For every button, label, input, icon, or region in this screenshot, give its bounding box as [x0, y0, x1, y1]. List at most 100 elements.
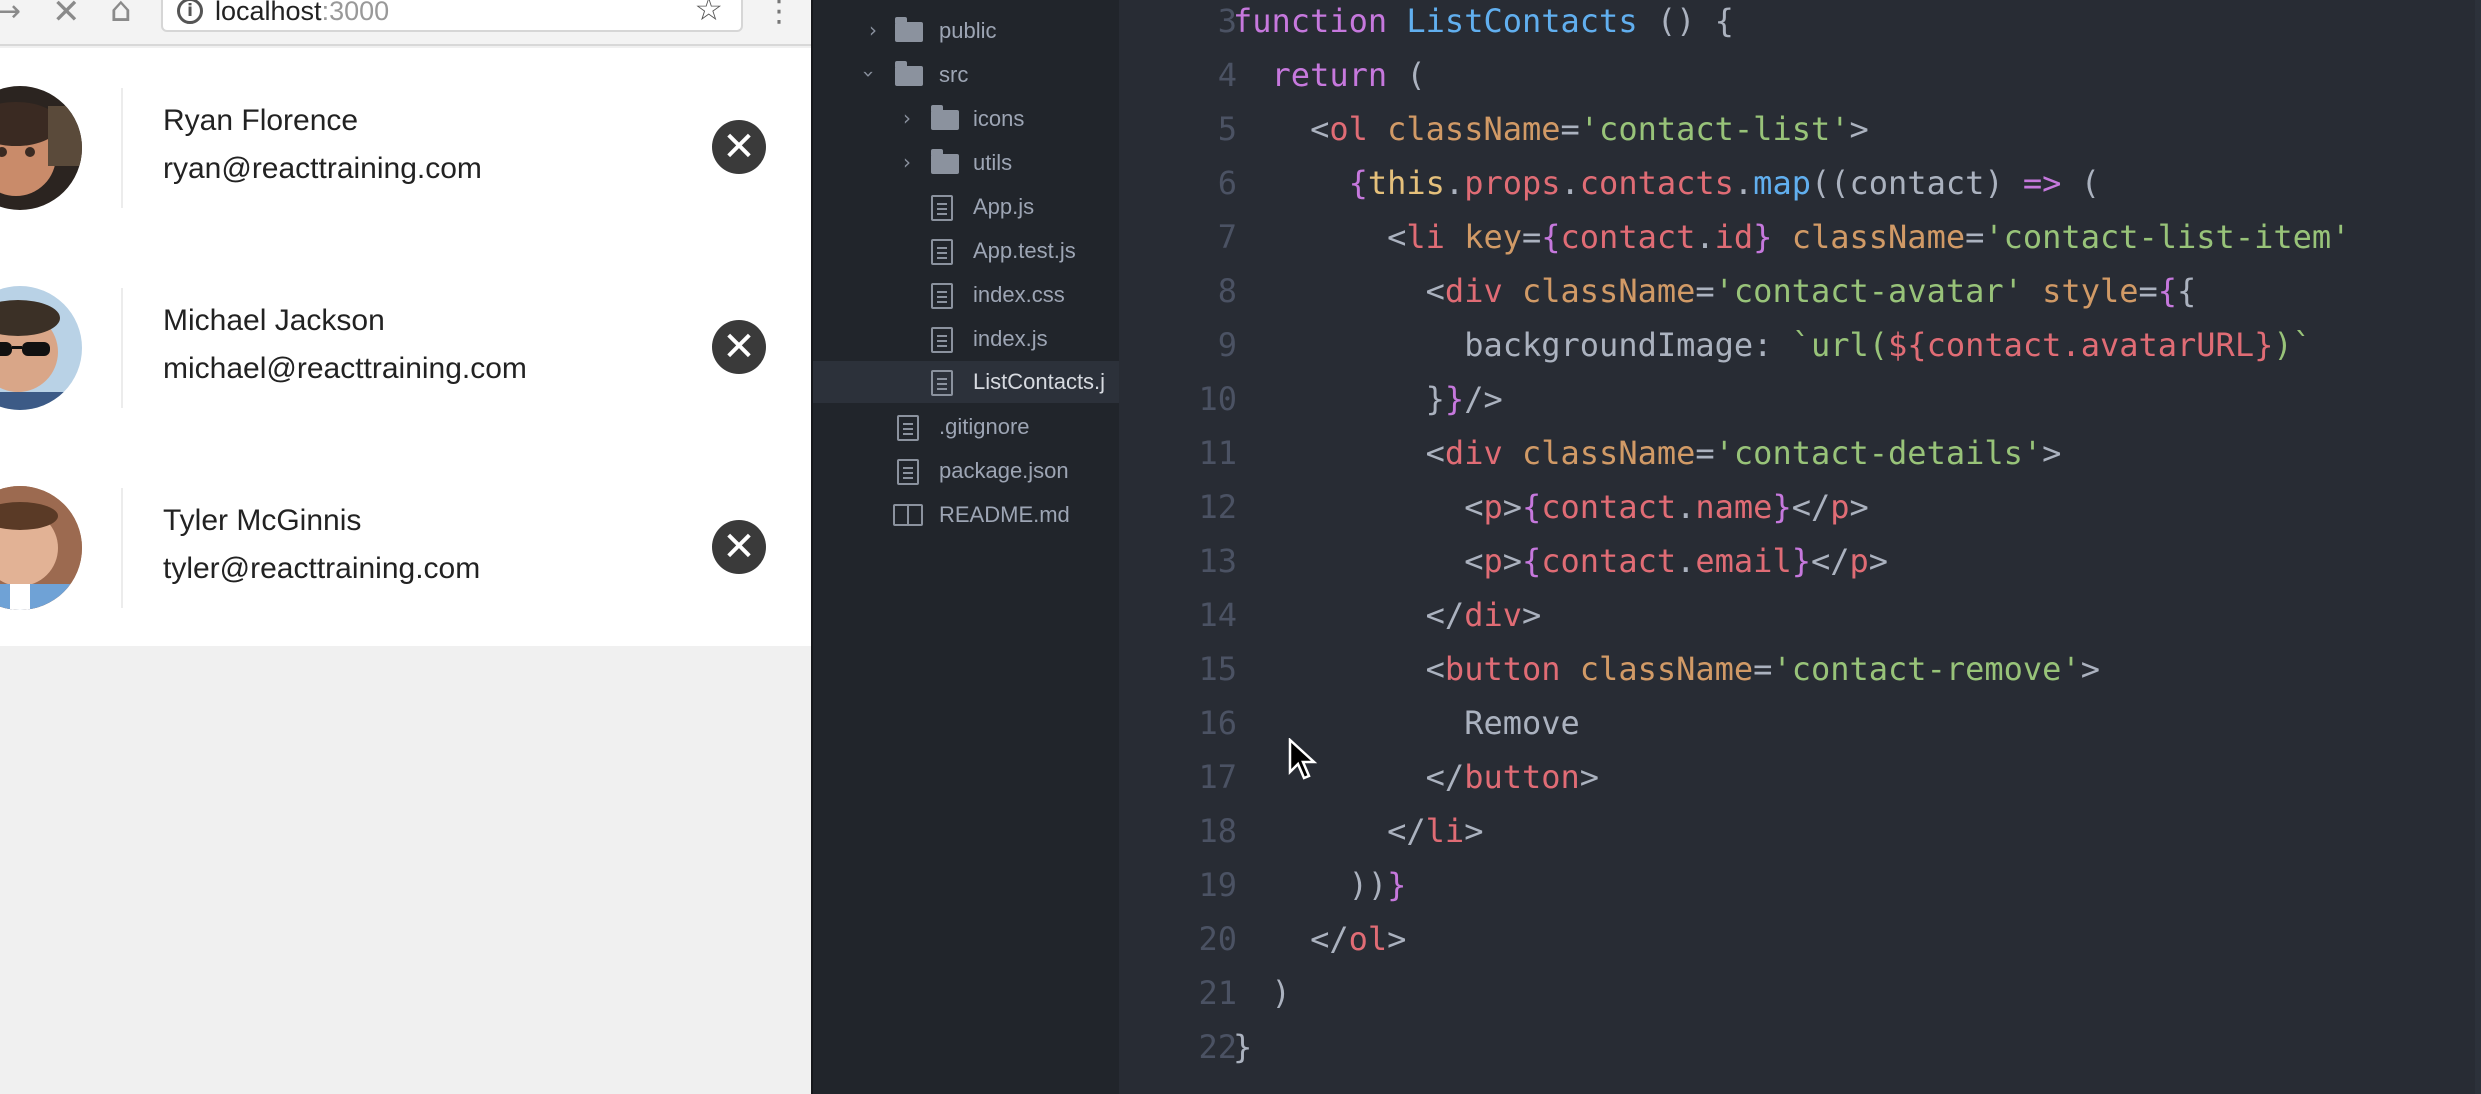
mouse-cursor-icon	[1288, 738, 1318, 780]
code-token: }	[1233, 380, 1445, 418]
code-token: )	[1233, 974, 1291, 1012]
code-token: <	[1233, 434, 1445, 472]
tree-item-label: utils	[973, 150, 1013, 175]
code-token: div	[1444, 434, 1522, 472]
stop-icon[interactable]: ✕	[52, 0, 81, 32]
address-bar[interactable]: i localhost:3000 ☆	[161, 0, 743, 32]
code-token: button	[1444, 650, 1580, 688]
code-token: >	[1387, 920, 1407, 958]
code-line: <p>{contact.email}</p>	[1233, 534, 1888, 588]
code-line: </ol>	[1233, 912, 1406, 966]
code-token: >	[1579, 758, 1600, 796]
code-token: >	[1849, 110, 1869, 148]
contact-remove-button[interactable]: ✕	[712, 320, 766, 374]
code-token: ))	[1233, 866, 1388, 904]
tree-item-gitignore[interactable]: .gitignore	[813, 406, 1119, 446]
code-token: =	[1695, 434, 1715, 472]
code-token: div	[1464, 596, 1522, 634]
contact-list-item: Michael Jackson michael@reacttraining.co…	[0, 248, 811, 448]
code-token: p	[1483, 488, 1503, 526]
code-token: map	[1753, 164, 1811, 202]
code-line: )	[1233, 966, 1291, 1020]
code-token: <	[1233, 650, 1445, 688]
tree-item-icons[interactable]: › icons	[813, 98, 1119, 138]
code-token: (	[1406, 56, 1426, 94]
tree-item-label: .gitignore	[939, 414, 1030, 439]
code-token: </	[1233, 596, 1465, 634]
forward-icon[interactable]: →	[0, 0, 21, 29]
code-line: }	[1233, 1020, 1252, 1074]
code-token: key	[1464, 218, 1522, 256]
tree-item-index-js[interactable]: index.js	[813, 318, 1119, 358]
star-icon[interactable]: ☆	[694, 0, 723, 28]
code-line: <div className='contact-details'>	[1233, 426, 2062, 480]
code-token: contact	[1560, 218, 1696, 256]
tree-item-label: App.test.js	[973, 238, 1076, 263]
contact-remove-button[interactable]: ✕	[712, 120, 766, 174]
contact-avatar	[0, 286, 82, 410]
code-token: <	[1233, 110, 1330, 148]
code-area[interactable]: function ListContacts () { return ( <ol …	[1119, 0, 2481, 1094]
code-token: .	[1695, 218, 1715, 256]
code-token: button	[1464, 758, 1580, 796]
home-icon[interactable]: ⌂	[110, 0, 132, 30]
chevron-down-icon: ›	[857, 70, 881, 78]
code-line: backgroundImage: `url(${contact.avatarUR…	[1233, 318, 2312, 372]
code-token: =	[1753, 650, 1773, 688]
tree-item-utils[interactable]: › utils	[813, 142, 1119, 182]
code-token: <	[1233, 542, 1484, 580]
code-token: p	[1830, 488, 1850, 526]
contact-name: Tyler McGinnis	[163, 504, 362, 537]
close-icon: ✕	[722, 324, 756, 370]
code-token: `url(	[1791, 326, 1889, 364]
code-token: </	[1810, 542, 1850, 580]
code-token: (	[2080, 164, 2100, 202]
file-icon	[897, 459, 919, 485]
chevron-right-icon: ›	[869, 18, 877, 42]
contact-remove-button[interactable]: ✕	[712, 520, 766, 574]
code-token: />	[1464, 380, 1503, 418]
folder-icon	[931, 105, 959, 130]
code-token: className	[1387, 110, 1561, 148]
tree-item-public[interactable]: › public	[813, 10, 1119, 50]
code-token: .	[1733, 164, 1754, 202]
code-line: return (	[1233, 48, 1426, 102]
code-line: <p>{contact.name}</p>	[1233, 480, 1869, 534]
contact-avatar	[0, 486, 82, 610]
code-line: <button className='contact-remove'>	[1233, 642, 2100, 696]
file-icon	[931, 283, 953, 309]
code-token: }	[1753, 218, 1792, 256]
code-token: p	[1849, 542, 1869, 580]
divider	[121, 488, 123, 608]
tree-item-index-css[interactable]: index.css	[813, 274, 1119, 314]
tree-item-listcontacts[interactable]: ListContacts.j	[813, 361, 1119, 403]
tree-item-label: index.css	[973, 282, 1065, 307]
tree-item-package-json[interactable]: package.json	[813, 450, 1119, 490]
code-token: <	[1233, 218, 1407, 256]
code-token: =>	[2022, 164, 2081, 202]
code-line: {this.props.contacts.map((contact) => (	[1233, 156, 2100, 210]
tree-item-app-js[interactable]: App.js	[813, 186, 1119, 226]
code-editor[interactable]: 3 4 5 6 7 8 9 10 11 12 13 14 15 16 17 18 19 20 21 22 functi…	[1119, 0, 2481, 1094]
scrollbar[interactable]	[2475, 0, 2481, 1094]
code-token: </	[1791, 488, 1831, 526]
code-token: )`	[2273, 326, 2312, 364]
code-token: contacts	[1579, 164, 1734, 202]
code-line: function ListContacts () {	[1233, 0, 1734, 48]
code-token: li	[1425, 812, 1465, 850]
tree-item-readme[interactable]: README.md	[813, 494, 1119, 534]
info-icon[interactable]: i	[177, 0, 203, 24]
code-token: 'contact-remove'	[1772, 650, 2081, 688]
code-token: ol	[1348, 920, 1388, 958]
tree-item-app-test-js[interactable]: App.test.js	[813, 230, 1119, 270]
tree-view: › public › src › icons › utils App.js Ap…	[813, 0, 1119, 1094]
folder-icon	[895, 61, 923, 86]
menu-icon[interactable]: ⋮	[764, 0, 794, 29]
code-token: p	[1483, 542, 1503, 580]
code-token: className	[1791, 218, 1966, 256]
contact-email: michael@reacttraining.com	[163, 352, 527, 385]
code-token: {	[2177, 272, 2197, 310]
code-token: </	[1233, 758, 1465, 796]
tree-item-src[interactable]: › src	[813, 54, 1119, 94]
